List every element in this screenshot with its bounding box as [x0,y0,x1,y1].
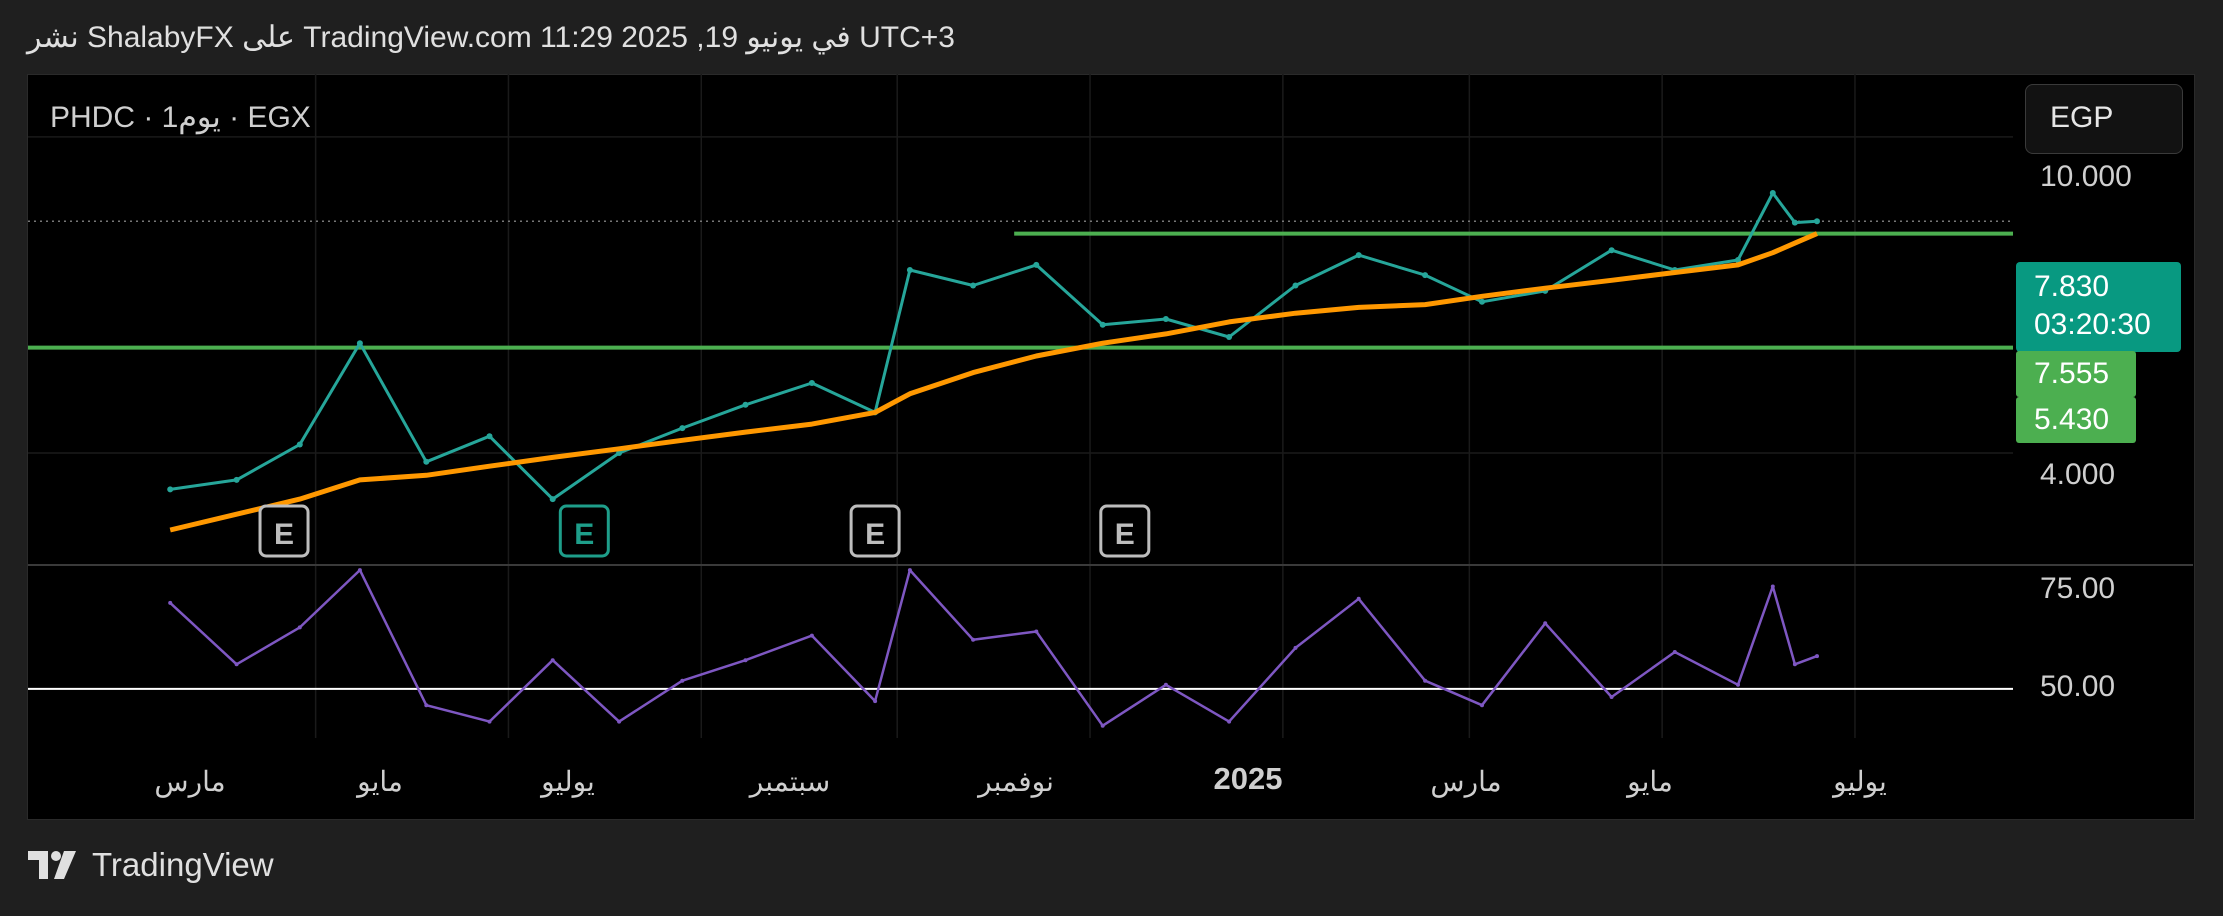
earnings-marker-label: E [1115,518,1135,551]
rsi-tick-label: 75.00 [2040,572,2116,605]
rsi-point [1100,723,1105,728]
price-point [1099,321,1106,328]
rsi-point [1770,584,1775,589]
rsi-line [169,568,1818,727]
rsi-point [1293,645,1298,650]
rsi-tick-label: 50.00 [2040,670,2116,703]
support-price-tag: 5.430 [2034,403,2110,436]
price-point [742,401,749,408]
price-point [1791,219,1798,226]
price-point [1226,334,1233,340]
rsi-point [971,637,976,642]
rsi-point [617,719,622,724]
time-axis-label: يوليو [1833,766,1887,797]
price-point [1422,272,1429,279]
price-tick-label: 10.000 [2040,160,2132,193]
time-axis-label: مارس [154,766,226,797]
rsi-point [1034,629,1039,634]
price-point [356,340,363,347]
price-point [233,476,240,483]
rsi-point [1736,682,1740,687]
earnings-marker-label: E [274,518,294,551]
chart-canvas[interactable]: EEEE [0,0,2223,916]
price-point [1608,247,1615,254]
price-tick-label: 4.000 [2040,458,2116,491]
price-point [1814,218,1820,225]
time-axis-label: مارس [1430,766,1502,797]
earnings-marker-label: E [865,518,885,551]
price-point [970,282,977,289]
time-axis-label: يوليو [541,766,595,797]
time-axis-label: مايو [357,766,403,797]
tradingview-brand[interactable]: TradingView [28,846,274,884]
price-point [1292,282,1299,289]
time-axis-label: 2025 [1213,761,1283,796]
current-price-value: 7.830 [2034,270,2110,303]
price-point [679,425,686,432]
price-point [423,458,430,465]
rsi-point [1163,682,1168,687]
price-point [167,486,174,493]
symbol-label: PHDC · 1يوم · EGX [50,101,311,134]
rsi-point [743,658,748,663]
rsi-point [297,625,302,630]
price-point [1355,252,1362,259]
tradingview-logo-icon [28,851,76,879]
rsi-point [680,678,685,683]
current-price-tag: 7.830 03:20:30 [2016,262,2181,352]
price-point [906,267,913,273]
rsi-point [1227,719,1232,724]
rsi-point [357,568,362,573]
rsi-point [1609,695,1614,699]
time-axis-label: مايو [1627,766,1673,797]
rsi-point [907,568,912,573]
currency-button[interactable]: EGP [2025,84,2183,154]
rsi-point [1815,654,1819,659]
price-point [486,433,493,440]
price-point [549,496,556,503]
rsi-point [1672,650,1677,654]
earnings-marker-label: E [574,518,594,551]
rsi-point [168,600,173,605]
rsi-point [424,703,429,708]
rsi-point [873,699,878,704]
rsi-point [234,662,239,667]
brand-name: TradingView [92,846,274,883]
rsi-point [487,719,492,724]
time-axis-label: نوفمبر [978,766,1054,797]
rsi-point [1480,703,1484,708]
price-point [296,441,303,448]
rsi-point [809,633,814,638]
countdown-timer: 03:20:30 [2034,308,2151,341]
rsi-point [1356,596,1361,601]
rsi-point [1543,621,1548,626]
resistance-price-tag: 7.555 [2034,357,2110,390]
price-point [1033,261,1040,268]
time-axis-label: سبتمبر [749,766,831,797]
price-point [1769,190,1776,196]
rsi-point [1423,678,1428,683]
price-point [808,380,815,386]
rsi-point [1792,662,1797,667]
rsi-point [550,658,555,663]
price-point [1479,298,1485,305]
price-point [1162,316,1169,322]
